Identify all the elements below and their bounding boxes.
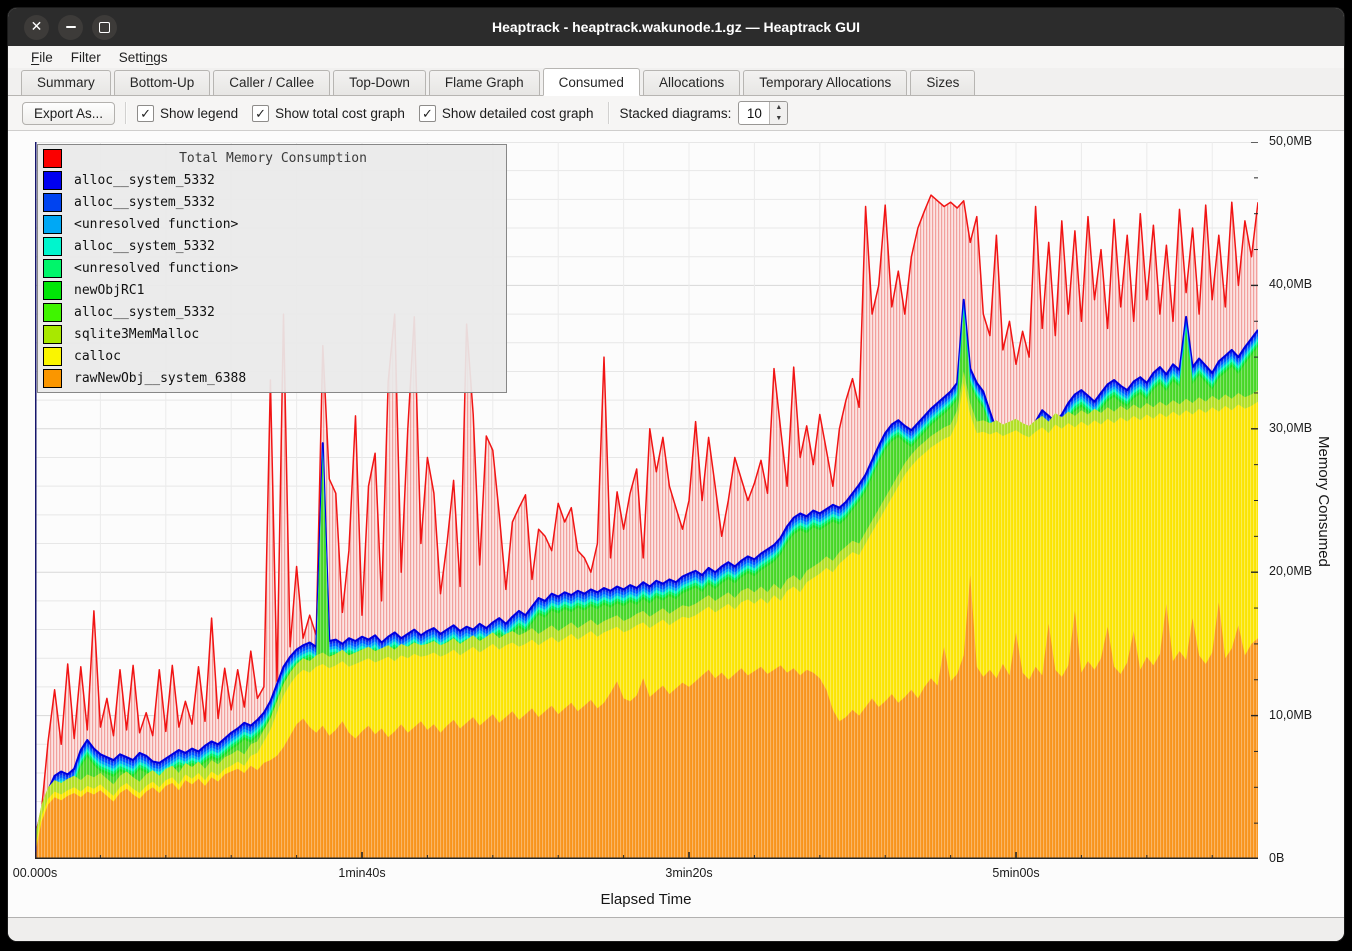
checkbox-show-total-cost-graph[interactable]: ✓ Show total cost graph [252, 105, 405, 122]
x-axis-title: Elapsed Time [326, 891, 966, 908]
legend-label: sqlite3MemMalloc [74, 327, 199, 342]
checkbox-show-legend[interactable]: ✓ Show legend [137, 105, 238, 122]
legend-label: alloc__system_5332 [74, 173, 215, 188]
tab-caller-callee[interactable]: Caller / Callee [213, 70, 330, 95]
export-as-button[interactable]: Export As... [22, 102, 115, 125]
checkbox-label: Show total cost graph [275, 106, 405, 121]
legend-swatch-icon [43, 237, 62, 256]
legend-row: <unresolved function> [38, 257, 506, 279]
toolbar-separator [608, 102, 610, 124]
legend-label: newObjRC1 [74, 283, 144, 298]
y-tick-label: 0B [1269, 851, 1329, 865]
y-axis-title: Memory Consumed [1315, 361, 1332, 641]
checkbox-check-icon: ✓ [137, 105, 154, 122]
legend-swatch-icon [43, 149, 62, 168]
tab-allocations[interactable]: Allocations [643, 70, 740, 95]
minimize-button[interactable] [58, 15, 83, 40]
legend-label: rawNewObj__system_6388 [74, 371, 246, 386]
legend-swatch-icon [43, 303, 62, 322]
tab-summary[interactable]: Summary [21, 70, 111, 95]
tab-temporary-allocations[interactable]: Temporary Allocations [743, 70, 907, 95]
legend-label: calloc [74, 349, 121, 364]
legend-row: <unresolved function> [38, 213, 506, 235]
legend-swatch-icon [43, 193, 62, 212]
stacked-diagrams-spinbox[interactable]: 10 ▲ ▼ [738, 101, 788, 125]
maximize-icon [99, 22, 110, 33]
legend-row: alloc__system_5332 [38, 301, 506, 323]
menu-item-filter[interactable]: Filter [62, 49, 110, 66]
legend-label: alloc__system_5332 [74, 239, 215, 254]
legend-swatch-icon [43, 259, 62, 278]
title-bar[interactable]: ✕ Heaptrack - heaptrack.wakunode.1.gz — … [8, 8, 1344, 46]
legend-row: Total Memory Consumption [38, 147, 506, 169]
window-title: Heaptrack - heaptrack.wakunode.1.gz — He… [8, 19, 1344, 35]
status-strip [8, 917, 1344, 941]
checkbox-check-icon: ✓ [252, 105, 269, 122]
legend-row: alloc__system_5332 [38, 235, 506, 257]
stacked-diagrams-value[interactable]: 10 [739, 102, 769, 124]
y-tick-label: 40,0MB [1269, 277, 1329, 291]
y-tick-label: 10,0MB [1269, 708, 1329, 722]
menu-bar: FileFilterSettings [8, 46, 1344, 68]
legend-swatch-icon [43, 171, 62, 190]
toolbar: Export As... ✓ Show legend ✓ Show total cos… [8, 96, 1344, 130]
close-icon: ✕ [31, 19, 43, 33]
minimize-icon [66, 26, 76, 28]
legend-label: <unresolved function> [74, 261, 238, 276]
tab-bar: SummaryBottom-UpCaller / CalleeTop-DownF… [8, 68, 1344, 96]
x-tick-label: 3min20s [644, 866, 734, 880]
legend-swatch-icon [43, 215, 62, 234]
spin-down-icon[interactable]: ▼ [770, 113, 787, 124]
tab-bottom-up[interactable]: Bottom-Up [114, 70, 211, 95]
legend-swatch-icon [43, 325, 62, 344]
menu-item-settings[interactable]: Settings [110, 49, 177, 66]
x-tick-label: 1min40s [317, 866, 407, 880]
tab-flame-graph[interactable]: Flame Graph [429, 70, 540, 95]
legend-row: rawNewObj__system_6388 [38, 367, 506, 389]
legend-row: calloc [38, 345, 506, 367]
x-tick-label: 5min00s [971, 866, 1061, 880]
legend-row: newObjRC1 [38, 279, 506, 301]
chart-legend: Total Memory Consumption alloc__system_53… [37, 144, 507, 393]
toolbar-separator [125, 102, 127, 124]
legend-row: alloc__system_5332 [38, 169, 506, 191]
checkbox-check-icon: ✓ [419, 105, 436, 122]
legend-swatch-icon [43, 347, 62, 366]
stacked-diagrams-label: Stacked diagrams: [620, 106, 732, 121]
x-tick-label: 00.000s [8, 866, 80, 880]
legend-row: sqlite3MemMalloc [38, 323, 506, 345]
tab-top-down[interactable]: Top-Down [333, 70, 426, 95]
menu-item-file[interactable]: File [22, 49, 62, 66]
legend-label: alloc__system_5332 [74, 305, 215, 320]
close-button[interactable]: ✕ [24, 15, 49, 40]
checkbox-label: Show detailed cost graph [442, 106, 594, 121]
y-tick-label: 50,0MB [1269, 134, 1329, 148]
tab-sizes[interactable]: Sizes [910, 70, 975, 95]
consumed-chart[interactable]: Total Memory Consumption alloc__system_53… [8, 130, 1344, 918]
legend-label: <unresolved function> [74, 217, 238, 232]
maximize-button[interactable] [92, 15, 117, 40]
legend-label: Total Memory Consumption [62, 151, 484, 166]
tab-consumed[interactable]: Consumed [543, 68, 640, 96]
legend-label: alloc__system_5332 [74, 195, 215, 210]
spin-up-icon[interactable]: ▲ [770, 102, 787, 113]
legend-swatch-icon [43, 369, 62, 388]
checkbox-show-detailed-cost-graph[interactable]: ✓ Show detailed cost graph [419, 105, 594, 122]
legend-row: alloc__system_5332 [38, 191, 506, 213]
legend-swatch-icon [43, 281, 62, 300]
checkbox-label: Show legend [160, 106, 238, 121]
app-window: ✕ Heaptrack - heaptrack.wakunode.1.gz — … [8, 8, 1344, 941]
